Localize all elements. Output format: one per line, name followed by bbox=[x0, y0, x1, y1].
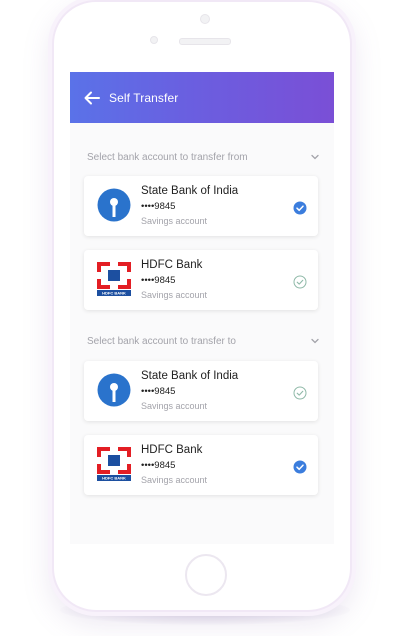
proximity-sensor bbox=[150, 36, 158, 44]
account-number: ••••9845 bbox=[141, 275, 176, 286]
to-account-dropdown[interactable]: Select bank account to transfer to bbox=[70, 331, 334, 351]
check-selected-icon[interactable] bbox=[293, 201, 307, 215]
svg-text:HDFC BANK: HDFC BANK bbox=[102, 476, 126, 481]
earpiece-speaker bbox=[179, 38, 231, 45]
sbi-logo bbox=[97, 373, 131, 407]
account-number: ••••9845 bbox=[141, 460, 176, 471]
bank-name: State Bank of India bbox=[141, 370, 239, 382]
to-section-label: Select bank account to transfer to bbox=[87, 335, 236, 347]
bank-name: HDFC Bank bbox=[141, 259, 203, 271]
hdfc-logo: HDFC BANK bbox=[97, 262, 131, 296]
app-header: Self Transfer bbox=[70, 72, 334, 123]
to-account-card-hdfc[interactable]: HDFC BANK HDFC Bank ••••9845 Savings acc… bbox=[84, 435, 318, 495]
account-type: Savings account bbox=[141, 216, 208, 226]
back-arrow-icon[interactable] bbox=[84, 91, 100, 105]
hdfc-logo: HDFC BANK bbox=[97, 447, 131, 481]
account-type: Savings account bbox=[141, 475, 208, 485]
from-account-card-hdfc[interactable]: HDFC BANK HDFC Bank ••••9845 Savings acc… bbox=[84, 250, 318, 310]
home-button[interactable] bbox=[185, 554, 227, 596]
check-selected-icon[interactable] bbox=[293, 460, 307, 474]
sbi-logo bbox=[97, 188, 131, 222]
phone-frame: Self Transfer Select bank account to tra… bbox=[52, 0, 352, 612]
check-unselected-icon[interactable] bbox=[293, 275, 307, 289]
app-screen: Self Transfer Select bank account to tra… bbox=[70, 72, 334, 544]
from-section-label: Select bank account to transfer from bbox=[87, 151, 248, 163]
check-unselected-icon[interactable] bbox=[293, 386, 307, 400]
chevron-down-icon bbox=[311, 154, 319, 160]
page-title: Self Transfer bbox=[109, 90, 179, 105]
from-account-dropdown[interactable]: Select bank account to transfer from bbox=[70, 147, 334, 167]
account-type: Savings account bbox=[141, 290, 208, 300]
bank-name: State Bank of India bbox=[141, 185, 239, 197]
account-number: ••••9845 bbox=[141, 386, 176, 397]
to-account-card-sbi[interactable]: State Bank of India ••••9845 Savings acc… bbox=[84, 361, 318, 421]
from-account-card-sbi[interactable]: State Bank of India ••••9845 Savings acc… bbox=[84, 176, 318, 236]
front-camera bbox=[200, 14, 210, 24]
svg-text:HDFC BANK: HDFC BANK bbox=[102, 291, 126, 296]
account-type: Savings account bbox=[141, 401, 208, 411]
bank-name: HDFC Bank bbox=[141, 444, 203, 456]
account-number: ••••9845 bbox=[141, 201, 176, 212]
chevron-down-icon bbox=[311, 338, 319, 344]
